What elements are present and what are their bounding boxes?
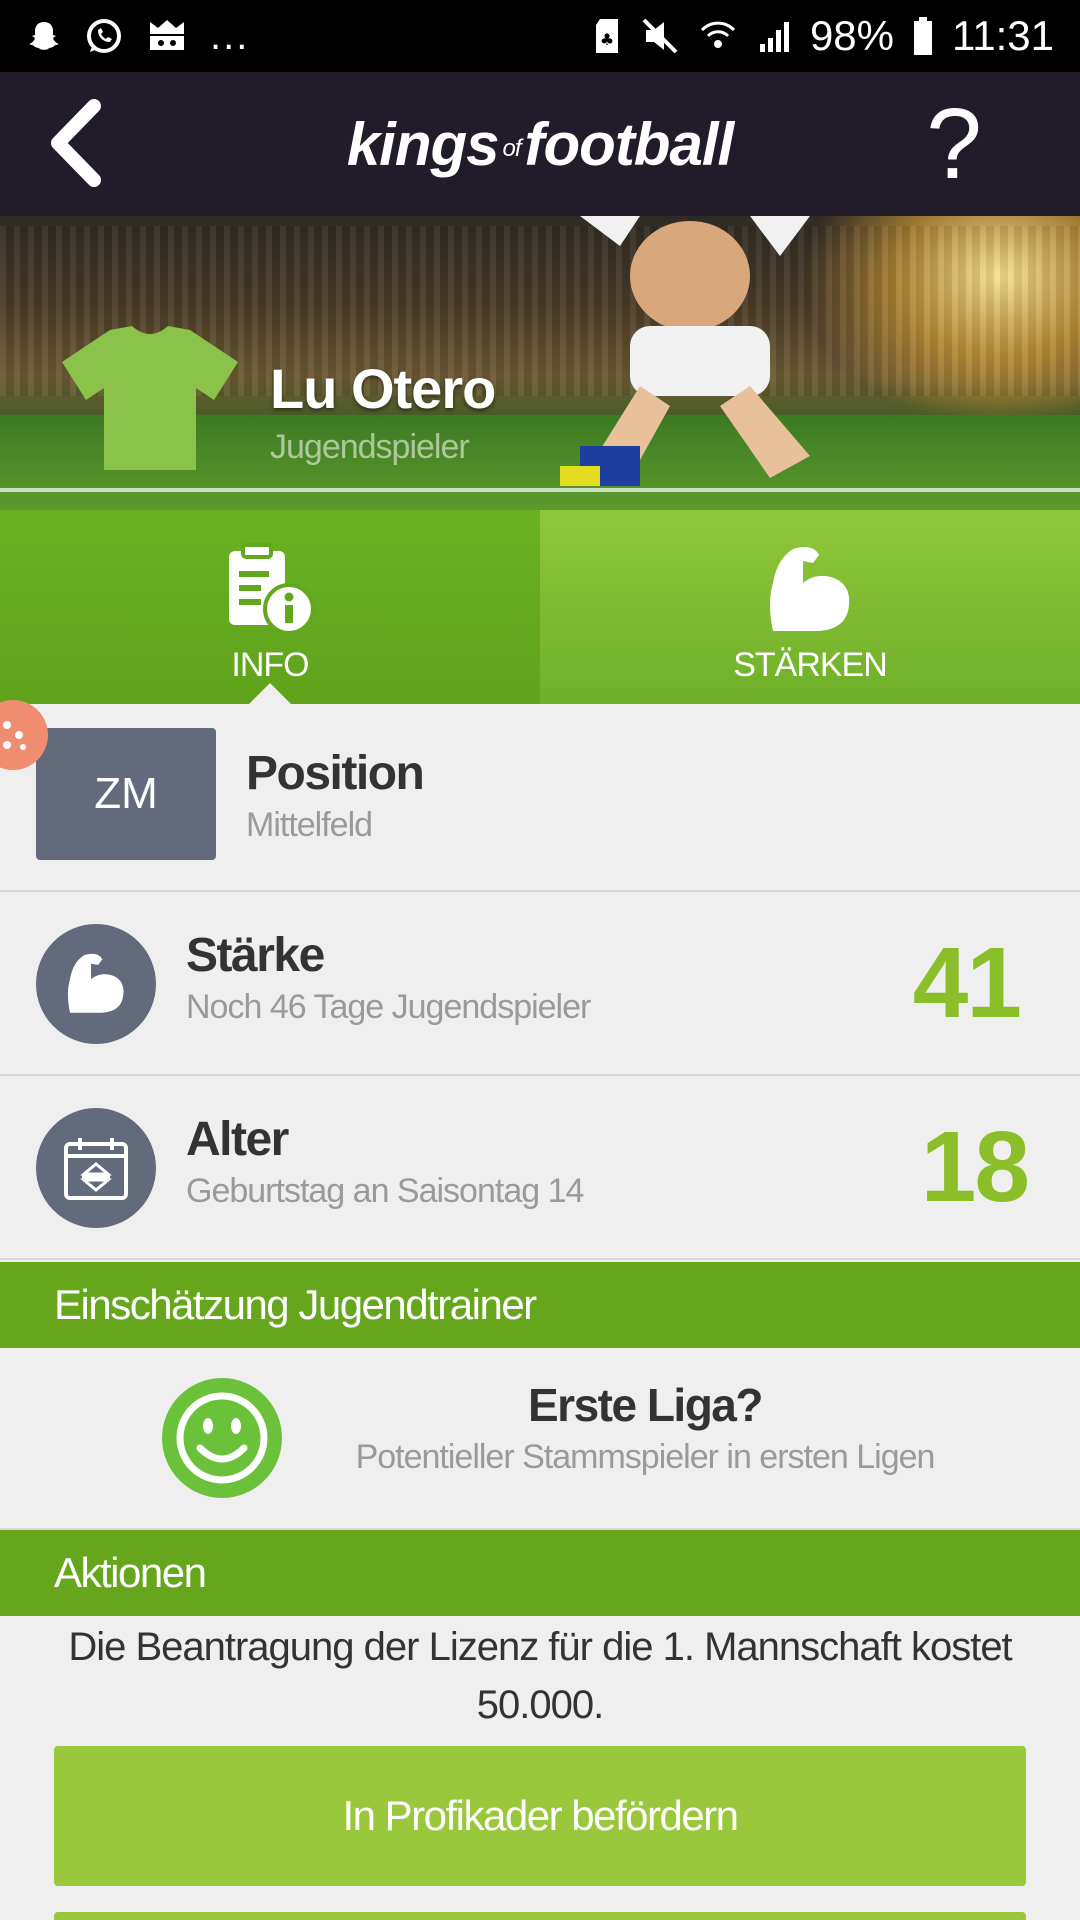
- signal-icon: [756, 18, 792, 54]
- battery-percent: 98%: [809, 12, 894, 59]
- tab-info[interactable]: INFO: [0, 510, 540, 705]
- tab-staerken[interactable]: STÄRKEN: [540, 510, 1080, 704]
- age-row: Alter Geburtstag an Saisontag 14 18: [0, 1078, 1080, 1260]
- status-bar: ... ♣ 98% 11:31: [0, 0, 1080, 72]
- player-name: Lu Otero: [270, 357, 496, 420]
- strength-title: Stärke: [186, 929, 325, 982]
- muscle-arm-icon: [760, 542, 860, 638]
- position-title: Position: [246, 747, 425, 800]
- assessment-title: Erste Liga?: [527, 1379, 764, 1431]
- player-banner: Lu Otero Jugendspieler: [0, 216, 1080, 510]
- assessment-subtitle: Potentieller Stammspieler in ersten Lige…: [355, 1438, 936, 1476]
- game-icon: [146, 18, 188, 54]
- jersey-icon: [62, 326, 238, 470]
- promote-to-pro-button[interactable]: In Profikader befördern: [54, 1746, 1026, 1886]
- status-bar-right: ♣ 98% 11:31: [592, 12, 1054, 60]
- app-header: kings offootball ?: [0, 72, 1080, 216]
- tab-bar: INFO STÄRKEN: [0, 510, 1080, 705]
- more-notifications: ...: [210, 13, 250, 58]
- active-tab-pointer: [248, 683, 292, 705]
- age-value: 18: [920, 1111, 1030, 1223]
- sd-card-icon: ♣: [592, 17, 622, 55]
- dots-icon: [3, 721, 26, 750]
- strength-subtitle: Noch 46 Tage Jugendspieler: [186, 988, 591, 1026]
- player-type: Jugendspieler: [270, 428, 470, 466]
- strength-row: Stärke Noch 46 Tage Jugendspieler 41: [0, 894, 1080, 1076]
- age-subtitle: Geburtstag an Saisontag 14: [186, 1172, 584, 1210]
- mute-icon: [640, 16, 680, 56]
- position-badge: ZM: [36, 728, 216, 860]
- position-row: ZM Position Mittelfeld: [0, 704, 1080, 892]
- whatsapp-icon: [84, 16, 124, 56]
- tab-staerken-label: STÄRKEN: [733, 646, 888, 684]
- battery-icon: [912, 16, 934, 56]
- calendar-icon: [36, 1108, 156, 1228]
- wifi-icon: [698, 16, 738, 56]
- section-header-trainer: Einschätzung Jugendtrainer: [0, 1262, 1080, 1348]
- position-subtitle: Mittelfeld: [246, 806, 373, 844]
- trainer-assessment: Erste Liga? Potentieller Stammspieler in…: [0, 1348, 1080, 1530]
- info-document-icon: [220, 542, 320, 638]
- section-header-actions: Aktionen: [0, 1530, 1080, 1616]
- snapchat-icon: [26, 18, 62, 54]
- next-action-button-partial[interactable]: [54, 1912, 1026, 1920]
- help-button[interactable]: ?: [914, 94, 994, 194]
- svg-text:♣: ♣: [600, 30, 614, 49]
- clock: 11:31: [952, 12, 1054, 59]
- license-cost-text: Die Beantragung der Lizenz für die 1. Ma…: [68, 1625, 1012, 1727]
- muscle-arm-icon: [36, 924, 156, 1044]
- age-title: Alter: [186, 1113, 289, 1166]
- status-bar-left: ...: [26, 14, 249, 59]
- strength-value: 41: [912, 927, 1022, 1039]
- tab-info-label: INFO: [231, 646, 309, 684]
- celebrating-player-image: [560, 216, 810, 486]
